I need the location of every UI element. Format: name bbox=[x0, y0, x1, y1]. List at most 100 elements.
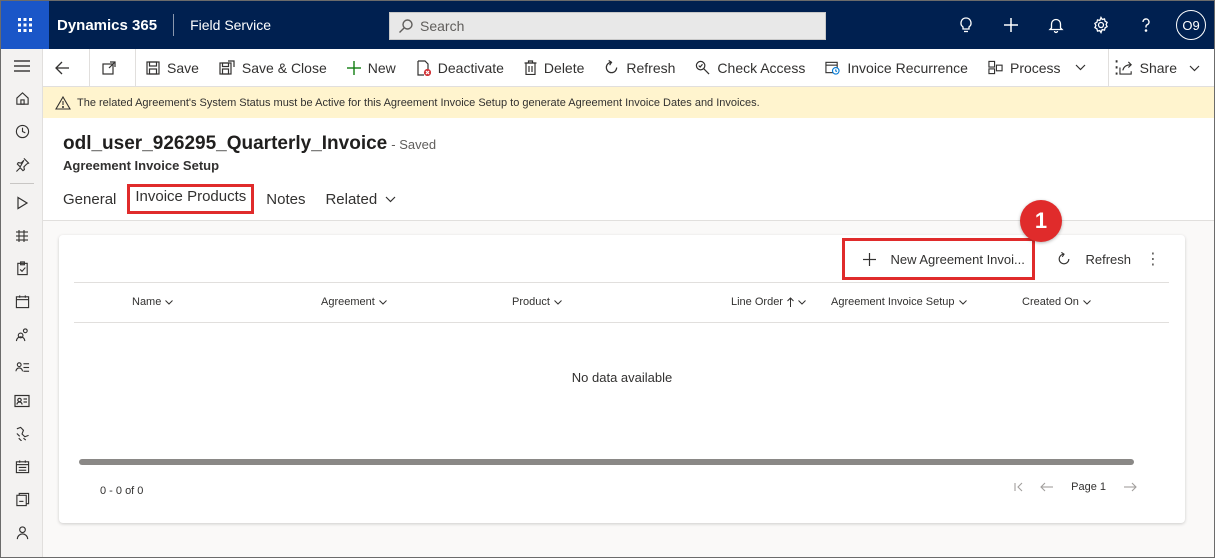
invoice-recurrence-button[interactable]: Invoice Recurrence bbox=[815, 49, 978, 87]
reports-icon[interactable] bbox=[1, 483, 43, 516]
lightbulb-icon[interactable] bbox=[943, 1, 988, 49]
app-launcher-button[interactable] bbox=[1, 1, 49, 49]
invoice-recurrence-label: Invoice Recurrence bbox=[847, 59, 968, 76]
tab-notes[interactable]: Notes bbox=[266, 185, 305, 214]
tab-invoice-products[interactable]: Invoice Products bbox=[127, 184, 255, 214]
new-label: New bbox=[367, 59, 396, 76]
trash-icon bbox=[524, 60, 537, 75]
deactivate-label: Deactivate bbox=[437, 59, 504, 76]
more-vertical-icon: ⋮ bbox=[1145, 251, 1161, 268]
share-button[interactable]: Share bbox=[1107, 49, 1214, 87]
column-header-agreement-invoice-setup[interactable]: Agreement Invoice Setup bbox=[831, 296, 967, 308]
refresh-icon bbox=[1059, 252, 1070, 265]
help-icon[interactable] bbox=[1123, 1, 1168, 49]
profile-icon[interactable] bbox=[1, 516, 43, 549]
waffle-icon bbox=[18, 18, 32, 32]
next-page-icon[interactable] bbox=[1124, 482, 1137, 492]
hamburger-menu-icon[interactable] bbox=[1, 49, 43, 82]
delete-button[interactable]: Delete bbox=[514, 49, 594, 87]
save-close-icon bbox=[219, 60, 235, 75]
tab-general[interactable]: General bbox=[63, 185, 116, 214]
save-icon bbox=[146, 60, 160, 75]
pagination: Page 1 bbox=[1006, 481, 1145, 493]
invoice-products-subgrid: New Agreement Invoi... Refresh ⋮ Name Ag… bbox=[59, 235, 1185, 523]
app-name[interactable]: Field Service bbox=[174, 17, 382, 33]
search-placeholder: Search bbox=[420, 18, 465, 34]
refresh-button[interactable]: Refresh bbox=[594, 49, 685, 87]
empty-state-text: No data available bbox=[571, 370, 673, 385]
top-actions: O9 bbox=[943, 1, 1214, 49]
column-label: Line Order bbox=[731, 296, 783, 308]
record-title: odl_user_926295_Quarterly_Invoice - Saved bbox=[63, 133, 436, 155]
back-button[interactable] bbox=[43, 49, 89, 87]
refresh-label: Refresh bbox=[626, 59, 676, 76]
process-button[interactable]: Process bbox=[978, 49, 1096, 87]
column-header-product[interactable]: Product bbox=[512, 296, 562, 308]
process-icon bbox=[988, 60, 1003, 75]
plus-icon bbox=[346, 60, 361, 75]
work-orders-icon[interactable] bbox=[1, 252, 43, 285]
plus-icon[interactable] bbox=[988, 1, 1033, 49]
get-started-icon[interactable] bbox=[1, 186, 43, 219]
new-button[interactable]: New bbox=[337, 49, 406, 87]
accounts-icon[interactable] bbox=[1, 384, 43, 417]
bell-icon[interactable] bbox=[1033, 1, 1078, 49]
save-and-close-button[interactable]: Save & Close bbox=[209, 49, 337, 87]
invoice-recurrence-icon bbox=[825, 61, 840, 75]
recent-icon[interactable] bbox=[1, 115, 43, 148]
brand-name[interactable]: Dynamics 365 bbox=[49, 17, 173, 34]
column-header-created-on[interactable]: Created On bbox=[1022, 296, 1091, 308]
page-number: Page 1 bbox=[1071, 481, 1106, 493]
calendar-icon[interactable] bbox=[1, 285, 43, 318]
chevron-down-icon bbox=[1075, 64, 1085, 71]
column-header-agreement[interactable]: Agreement bbox=[321, 296, 387, 308]
tab-related-label: Related bbox=[325, 190, 378, 208]
resources-icon[interactable] bbox=[1, 318, 43, 351]
new-agreement-invoice-label: New Agreement Invoi... bbox=[890, 251, 1025, 267]
subgrid-toolbar: New Agreement Invoi... Refresh ⋮ bbox=[842, 235, 1167, 283]
grid-divider bbox=[74, 282, 1169, 283]
deactivate-button[interactable]: Deactivate bbox=[406, 49, 514, 87]
subgrid-refresh-label: Refresh bbox=[1085, 251, 1131, 267]
search-input[interactable]: Search bbox=[389, 12, 826, 40]
assets-icon[interactable] bbox=[1, 417, 43, 450]
check-access-button[interactable]: Check Access bbox=[685, 49, 815, 87]
first-page-icon[interactable] bbox=[1014, 482, 1024, 492]
chevron-down-icon bbox=[1083, 299, 1091, 305]
column-label: Agreement Invoice Setup bbox=[831, 296, 955, 308]
gear-icon[interactable] bbox=[1078, 1, 1123, 49]
record-title-text: odl_user_926295_Quarterly_Invoice bbox=[63, 133, 388, 154]
home-icon[interactable] bbox=[1, 82, 43, 115]
contacts-icon[interactable] bbox=[1, 351, 43, 384]
previous-page-icon[interactable] bbox=[1040, 482, 1054, 492]
subgrid-refresh-button[interactable]: Refresh bbox=[1049, 252, 1139, 267]
warning-icon bbox=[55, 95, 71, 110]
save-label: Save bbox=[167, 59, 199, 76]
check-access-icon bbox=[696, 60, 710, 75]
deactivate-icon bbox=[417, 59, 431, 76]
horizontal-scrollbar[interactable] bbox=[79, 459, 1134, 465]
chevron-down-icon bbox=[554, 299, 562, 305]
tab-related[interactable]: Related bbox=[325, 185, 396, 214]
search-icon bbox=[399, 19, 413, 33]
grid-header-divider bbox=[74, 322, 1169, 323]
delete-label: Delete bbox=[543, 59, 585, 76]
pin-icon[interactable] bbox=[1, 148, 43, 181]
column-header-line-order[interactable]: Line Order bbox=[731, 296, 806, 308]
save-button[interactable]: Save bbox=[136, 49, 209, 87]
new-agreement-invoice-product-button[interactable]: New Agreement Invoi... bbox=[842, 238, 1036, 280]
subgrid-more-button[interactable]: ⋮ bbox=[1139, 249, 1167, 269]
app-window: Dynamics 365 Field Service Search O9 Sav… bbox=[0, 0, 1215, 558]
save-status: - Saved bbox=[391, 137, 437, 152]
chevron-down-icon bbox=[958, 299, 967, 305]
open-new-window-button[interactable] bbox=[90, 49, 135, 87]
refresh-icon bbox=[606, 60, 618, 74]
agreements-icon[interactable] bbox=[1, 450, 43, 483]
chevron-down-icon bbox=[378, 299, 387, 305]
chevron-down-icon bbox=[798, 299, 806, 305]
column-header-name[interactable]: Name bbox=[132, 296, 174, 308]
process-label: Process bbox=[1009, 59, 1061, 76]
user-avatar[interactable]: O9 bbox=[1176, 10, 1206, 40]
step-annotation-badge: 1 bbox=[1020, 200, 1062, 242]
scheduling-icon[interactable] bbox=[1, 219, 43, 252]
